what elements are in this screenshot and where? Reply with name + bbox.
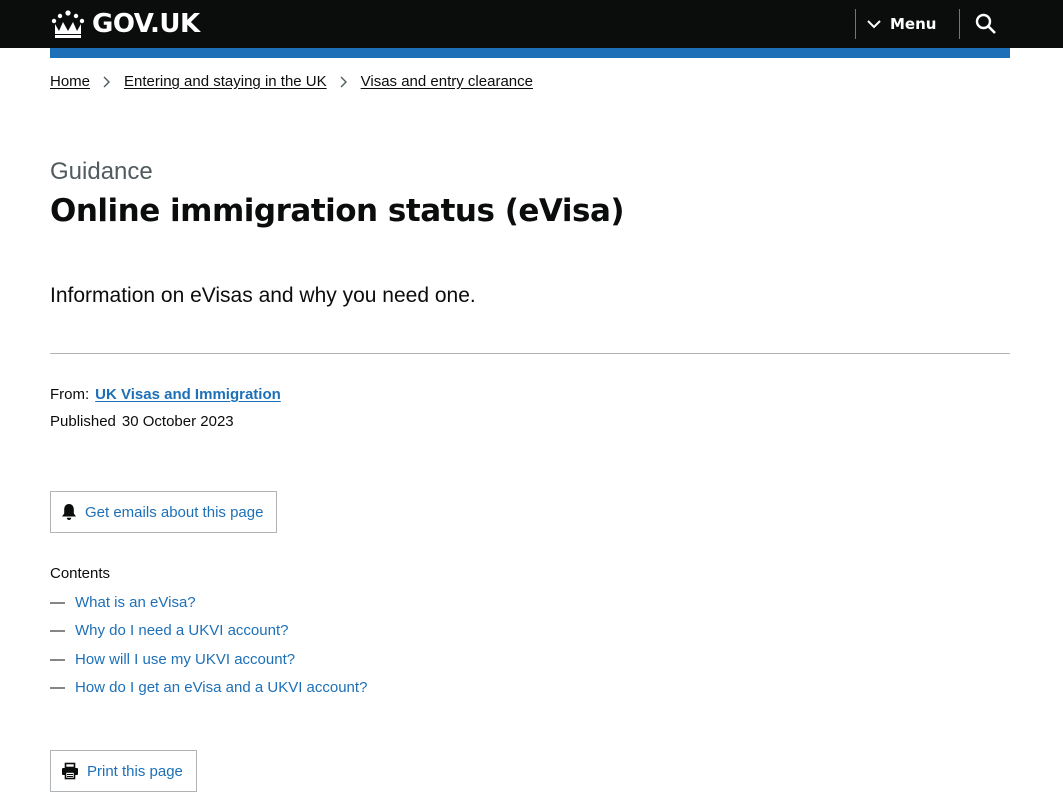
printer-icon <box>62 762 78 780</box>
logo-text: GOV.UK <box>92 9 200 39</box>
header-divider <box>855 9 856 39</box>
list-item: — How will I use my UKVI account? <box>50 651 367 679</box>
from-label: From: <box>50 386 90 403</box>
page-title: Online immigration status (eVisa) <box>50 193 625 229</box>
govuk-logo-link[interactable]: GOV.UK <box>50 7 200 41</box>
chevron-down-icon <box>867 20 881 29</box>
breadcrumb-visas-entry[interactable]: Visas and entry clearance <box>361 73 533 90</box>
breadcrumb-entering-staying[interactable]: Entering and staying in the UK <box>124 73 327 90</box>
breadcrumb: Home Entering and staying in the UK Visa… <box>50 73 533 90</box>
section-divider <box>50 353 1010 354</box>
site-header: GOV.UK Menu <box>0 0 1063 48</box>
list-item: — What is an eVisa? <box>50 594 367 622</box>
bell-icon <box>62 504 76 520</box>
search-icon <box>975 13 996 34</box>
list-dash: — <box>50 650 65 668</box>
breadcrumb-home[interactable]: Home <box>50 73 90 90</box>
print-page-label: Print this page <box>87 762 183 780</box>
print-page-button[interactable]: Print this page <box>50 750 197 792</box>
chevron-right-icon <box>103 76 111 87</box>
page-lead: Information on eVisas and why you need o… <box>50 284 476 307</box>
published-date: 30 October 2023 <box>121 413 234 430</box>
get-emails-label: Get emails about this page <box>85 503 264 521</box>
contents-link-how-get-evisa[interactable]: How do I get an eVisa and a UKVI account… <box>75 679 367 696</box>
contents-heading: Contents <box>50 565 111 582</box>
published-label: Published <box>50 413 116 430</box>
header-blue-bar <box>50 48 1010 58</box>
list-item: — How do I get an eVisa and a UKVI accou… <box>50 679 367 707</box>
contents-link-what-is-evisa[interactable]: What is an eVisa? <box>75 594 196 611</box>
menu-button[interactable]: Menu <box>866 9 936 39</box>
from-org-link[interactable]: UK Visas and Immigration <box>95 386 281 403</box>
header-divider <box>959 9 960 39</box>
metadata-published: Published 30 October 2023 <box>50 413 234 430</box>
search-button[interactable] <box>968 9 1004 39</box>
get-emails-button[interactable]: Get emails about this page <box>50 491 277 533</box>
contents-link-how-use-ukvi-account[interactable]: How will I use my UKVI account? <box>75 651 295 668</box>
page-caption: Guidance <box>50 158 153 185</box>
list-dash: — <box>50 622 65 640</box>
metadata-from: From: UK Visas and Immigration <box>50 386 281 403</box>
list-item: — Why do I need a UKVI account? <box>50 622 367 650</box>
contents-link-why-ukvi-account[interactable]: Why do I need a UKVI account? <box>75 622 288 639</box>
menu-label: Menu <box>890 15 937 33</box>
contents-list: — What is an eVisa? — Why do I need a UK… <box>50 594 367 707</box>
crown-icon <box>51 10 85 38</box>
list-dash: — <box>50 594 65 611</box>
list-dash: — <box>50 678 65 696</box>
chevron-right-icon <box>340 76 347 87</box>
